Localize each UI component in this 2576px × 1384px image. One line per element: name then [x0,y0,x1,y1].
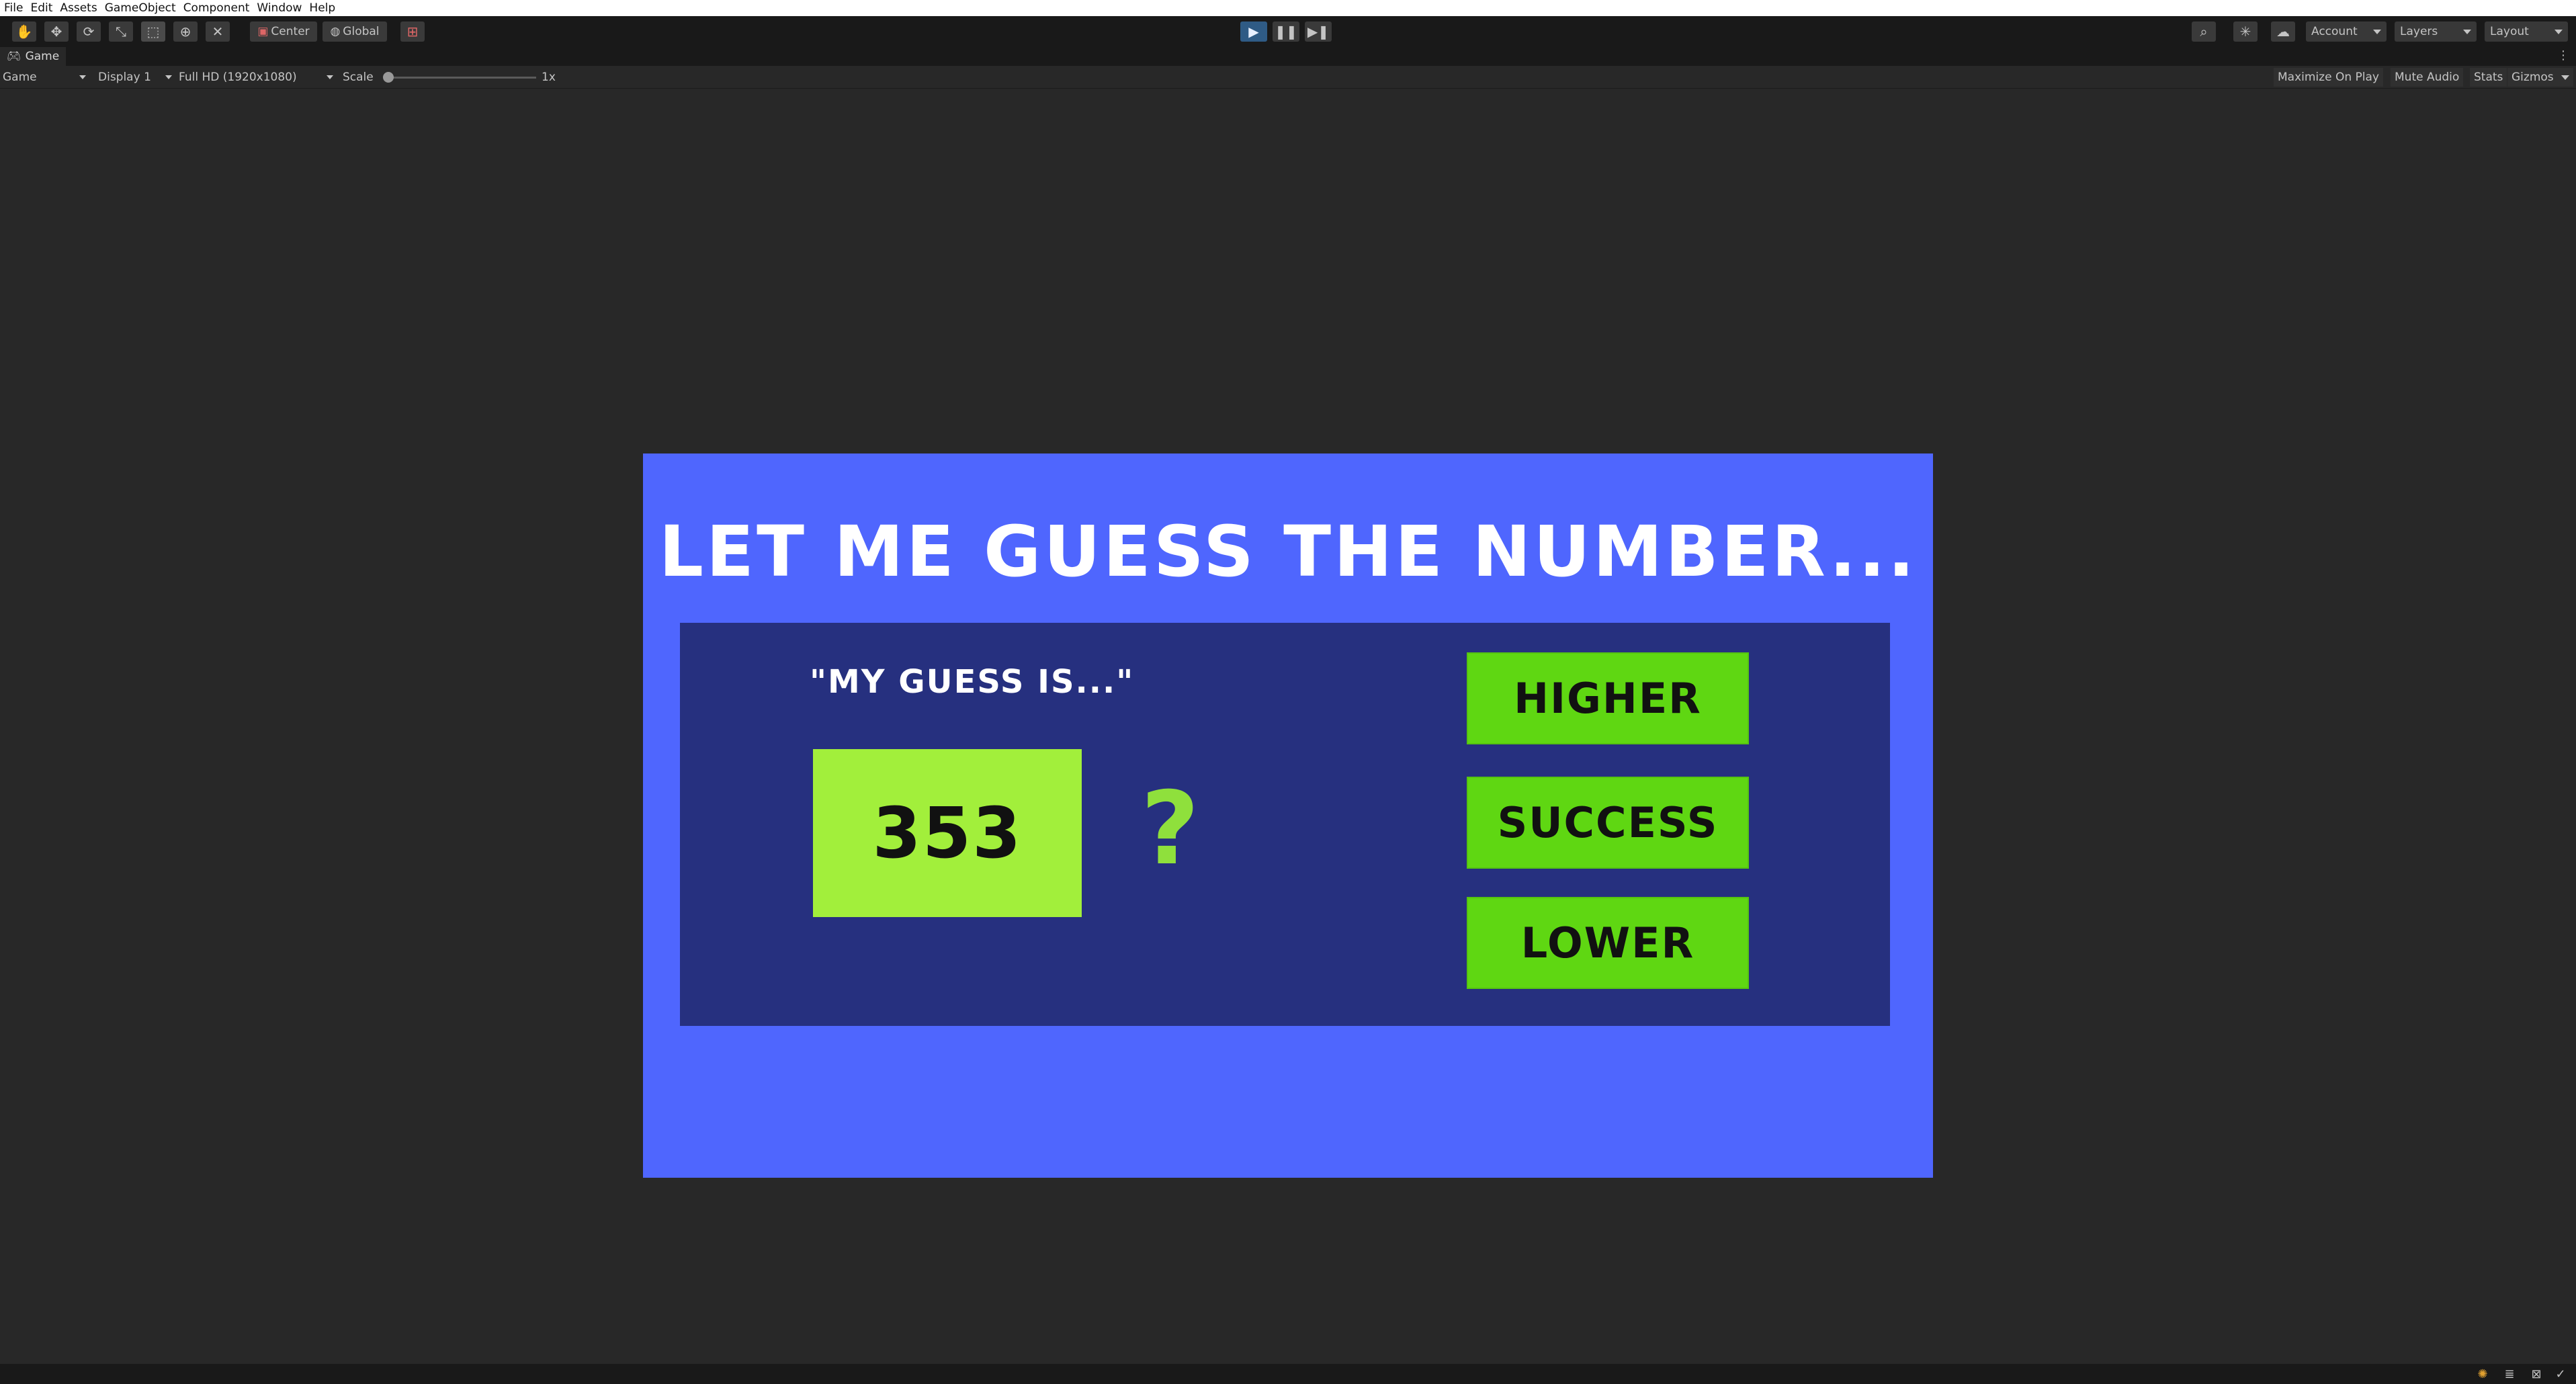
move-tool-button[interactable]: ✥ [44,21,69,42]
rect-tool-button[interactable]: ⬚ [141,21,165,42]
chevron-down-icon [2554,29,2563,34]
lower-button[interactable]: LOWER [1467,897,1749,989]
guess-display-box: 353 [813,749,1082,917]
layout-label: Layout [2490,25,2529,38]
menu-edit[interactable]: Edit [29,1,58,15]
resolution-select-label: Full HD (1920x1080) [179,71,297,84]
search-button[interactable]: ⌕ [2192,21,2216,42]
higher-button-label: HIGHER [1514,674,1702,723]
question-mark: ? [1141,771,1200,888]
cloud-button[interactable]: ☁ [2271,21,2295,42]
scale-icon: ⤡ [116,24,126,40]
layers-dropdown[interactable]: Layers [2395,21,2477,42]
hand-tool-button[interactable]: ✋ [12,21,36,42]
layers-label: Layers [2400,25,2438,38]
menu-window[interactable]: Window [255,1,308,15]
mute-audio-toggle[interactable]: Mute Audio [2391,68,2464,87]
stats-toggle[interactable]: Stats [2470,68,2507,87]
cloud-icon: ☁ [2276,24,2290,40]
menu-file[interactable]: File [3,1,29,15]
chevron-down-icon [2463,29,2471,34]
pivot-mode-button[interactable]: ▣ Center [250,21,317,42]
tab-game[interactable]: 🎮︎ Game [0,47,67,66]
guess-panel: "MY GUESS IS..." 353 ? HIGHER SUCCESS LO… [680,623,1890,1026]
success-button-label: SUCCESS [1497,798,1719,847]
game-viewport: LET ME GUESS THE NUMBER... "MY GUESS IS.… [0,89,2576,1364]
rotate-icon: ⟳ [83,24,95,40]
main-toolbar: ✋ ✥ ⟳ ⤡ ⬚ ⊕ ✕ ▣ Center ◍ Global ⊞ ▶ ❚❚ ▶… [0,16,2576,47]
grid-snap-icon: ⊞ [406,24,419,40]
pivot-mode-label: Center [271,25,310,38]
status-bar: ✺ ≣ ⊠ ✓ [0,1364,2576,1384]
network-icon[interactable]: ⊠ [2529,1367,2544,1381]
pause-icon: ❚❚ [1275,24,1297,40]
game-tab-strip: 🎮︎ Game ⋮ [0,47,2576,66]
layers-stack-icon[interactable]: ≣ [2502,1367,2517,1381]
rect-icon: ⬚ [146,24,160,40]
lighting-icon[interactable]: ✺ [2475,1367,2490,1381]
account-label: Account [2311,25,2358,38]
tab-game-label: Game [25,50,60,63]
tools-icon: ✕ [212,24,224,40]
maximize-on-play-toggle[interactable]: Maximize On Play [2274,68,2383,87]
higher-button[interactable]: HIGHER [1467,652,1749,744]
pause-button[interactable]: ❚❚ [1273,21,1299,42]
transform-tool-button[interactable]: ⊕ [173,21,198,42]
view-select-label: Game [3,71,37,84]
transform-icon: ⊕ [179,24,191,40]
more-options-icon[interactable]: ⋮ [2557,48,2569,62]
game-title: LET ME GUESS THE NUMBER... [658,511,1918,593]
sparkle-icon: ✳ [2239,24,2251,40]
scale-value: 1x [542,71,556,84]
chevron-down-icon [79,75,86,79]
display-select-label: Display 1 [98,71,151,84]
view-select[interactable]: Game [3,69,86,86]
scale-tool-button[interactable]: ⤡ [109,21,133,42]
menu-gameobject[interactable]: GameObject [103,1,182,15]
play-button[interactable]: ▶ [1240,21,1267,42]
account-dropdown[interactable]: Account [2306,21,2387,42]
scale-label: Scale [343,71,374,84]
game-canvas: LET ME GUESS THE NUMBER... "MY GUESS IS.… [643,453,1933,1178]
menu-bar: File Edit Assets GameObject Component Wi… [0,0,2576,16]
menu-help[interactable]: Help [308,1,341,15]
success-button[interactable]: SUCCESS [1467,777,1749,869]
rotate-tool-button[interactable]: ⟳ [77,21,101,42]
lower-button-label: LOWER [1520,918,1695,967]
step-icon: ▶❚ [1307,24,1330,40]
resolution-select[interactable]: Full HD (1920x1080) [179,69,333,86]
gamepad-icon: 🎮︎ [7,50,22,63]
chevron-down-icon [165,75,172,79]
check-icon[interactable]: ✓ [2553,1367,2568,1381]
pivot-rotation-label: Global [343,25,380,38]
scale-slider-track[interactable] [387,77,536,79]
display-select[interactable]: Display 1 [98,69,172,86]
move-icon: ✥ [50,24,62,40]
custom-tool-button[interactable]: ✕ [206,21,230,42]
grid-snap-button[interactable]: ⊞ [400,21,425,42]
collab-button[interactable]: ✳ [2233,21,2258,42]
step-button[interactable]: ▶❚ [1305,21,1332,42]
gizmos-dropdown[interactable]: Gizmos [2507,68,2573,87]
chevron-down-icon [2561,75,2569,80]
menu-assets[interactable]: Assets [58,1,103,15]
guess-label: "MY GUESS IS..." [810,663,1135,701]
pivot-center-icon: ▣ [257,25,269,38]
scale-slider-handle[interactable] [383,72,394,83]
guess-number: 353 [872,792,1023,874]
globe-icon: ◍ [330,25,341,38]
chevron-down-icon [327,75,333,79]
menu-component[interactable]: Component [182,1,256,15]
pivot-rotation-button[interactable]: ◍ Global [323,21,387,42]
search-icon: ⌕ [2200,24,2208,40]
play-icon: ▶ [1248,24,1259,40]
game-view-controls: Game Display 1 Full HD (1920x1080) Scale… [0,66,2576,89]
layout-dropdown[interactable]: Layout [2485,21,2568,42]
hand-icon: ✋ [15,24,33,40]
chevron-down-icon [2373,29,2381,34]
gizmos-label: Gizmos [2511,71,2554,84]
